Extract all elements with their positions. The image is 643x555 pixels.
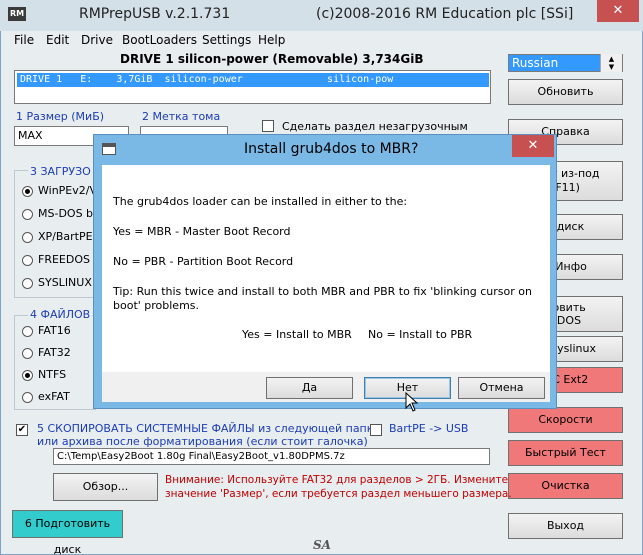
window-copyright: (c)2008-2016 RM Education plc [SSi]	[316, 6, 574, 22]
boot-option-msdos: MS-DOS bo	[38, 207, 100, 220]
dialog-cancel-button[interactable]: Отмена	[458, 377, 545, 399]
speed-test-button[interactable]: Скорости	[508, 407, 623, 433]
menu-settings[interactable]: Settings	[202, 33, 251, 47]
boot-radio-msdos[interactable]	[22, 209, 33, 220]
boot-radio-winpe[interactable]	[22, 186, 33, 197]
copy-files-checkbox[interactable]: ✔	[16, 424, 28, 436]
dialog-close-button[interactable]: ✕	[512, 135, 554, 157]
fs-radio-fat32[interactable]	[22, 348, 33, 359]
drive-header: DRIVE 1 silicon-power (Removable) 3,734G…	[120, 52, 424, 66]
spin-down-icon[interactable]: ▼	[601, 63, 622, 71]
bartpe-label: BartPE -> USB	[389, 422, 469, 435]
boot-option-freedos: FREEDOS	[38, 253, 90, 266]
source-path-input[interactable]: C:\Temp\Easy2Boot 1.80g Final\Easy2Boot_…	[53, 448, 490, 465]
fat32-warning-2: значение 'Размер', если требуется раздел…	[165, 488, 512, 500]
boot-option-xp: XP/BartPE	[38, 230, 93, 243]
dialog-title: Install grub4dos to MBR?	[244, 141, 419, 157]
dialog-line-3: No = PBR - Partition Boot Record	[113, 255, 294, 268]
dialog-line-1: The grub4dos loader can be installed in …	[113, 195, 408, 208]
boot-radio-syslinux[interactable]	[22, 278, 33, 289]
dialog-tip-1: Tip: Run this twice and install to both …	[113, 285, 532, 298]
menu-drive[interactable]: Drive	[81, 33, 113, 47]
fs-radio-fat16[interactable]	[22, 326, 33, 337]
bartpe-checkbox[interactable]	[370, 424, 382, 436]
menu-bootloaders[interactable]: BootLoaders	[122, 33, 197, 47]
fs-option-ntfs: NTFS	[38, 368, 67, 381]
boot-option-syslinux: SYSLINUX	[38, 276, 92, 289]
copy-files-label-1: 5 СКОПИРОВАТЬ СИСТЕМНЫЕ ФАЙЛЫ из следующ…	[37, 422, 381, 435]
boot-option-winpe: WinPEv2/V	[38, 184, 97, 197]
window-title: RMPrepUSB v.2.1.731	[79, 6, 231, 22]
window-close-button[interactable]: ✕	[597, 0, 639, 22]
spin-up-icon[interactable]: ▲	[601, 55, 622, 63]
dialog-summary-no: No = Install to PBR	[368, 328, 473, 341]
refresh-button[interactable]: Обновить	[508, 79, 623, 105]
browse-button[interactable]: Обзор...	[53, 473, 158, 501]
drive-list[interactable]: DRIVE 1 E: 3,7GiB silicon-power silicon-…	[14, 70, 491, 104]
menu-help[interactable]: Help	[258, 33, 285, 47]
nonboot-label: Сделать раздел незагрузочным	[282, 120, 468, 133]
dialog-body: The grub4dos loader can be installed in …	[102, 165, 550, 372]
menu-file[interactable]: File	[14, 33, 34, 47]
volume-label: 2 Метка тома	[142, 110, 221, 123]
copy-files-label-2: или архива после форматирования (если ст…	[37, 435, 368, 448]
fs-option-fat32: FAT32	[38, 346, 71, 359]
fs-radio-exfat[interactable]	[22, 392, 33, 403]
boot-radio-freedos[interactable]	[22, 255, 33, 266]
prepare-drive-button[interactable]: 6 Подготовить диск	[12, 510, 123, 555]
dialog-window-icon	[102, 143, 116, 155]
fat32-warning-1: Внимание: Используйте FAT32 для разделов…	[165, 474, 509, 486]
boot-options-label: 3 ЗАГРУЗО	[28, 165, 93, 178]
quick-test-button[interactable]: Быстрый Тест	[508, 440, 623, 466]
dialog-line-2: Yes = MBR - Master Boot Record	[113, 225, 291, 238]
fs-option-fat16: FAT16	[38, 324, 71, 337]
dialog-yes-button[interactable]: Да	[266, 377, 353, 399]
dialog-tip-2: boot' problems.	[113, 299, 200, 312]
sa-logo: SA	[313, 538, 331, 552]
fs-option-exfat: exFAT	[38, 390, 70, 403]
filesystem-label: 4 ФАЙЛОВ	[28, 308, 93, 321]
drive-row-selected[interactable]: DRIVE 1 E: 3,7GiB silicon-power silicon-…	[17, 73, 489, 87]
boot-radio-xp[interactable]	[22, 232, 33, 243]
clean-button[interactable]: Очистка	[508, 473, 623, 499]
menu-edit[interactable]: Edit	[46, 33, 69, 47]
size-label: 1 Размер (МиБ)	[16, 110, 105, 123]
exit-button[interactable]: Выход	[508, 513, 623, 539]
nonboot-checkbox[interactable]	[262, 120, 274, 132]
dialog-summary-yes: Yes = Install to MBR	[242, 328, 352, 341]
grub4dos-dialog: Install grub4dos to MBR? ✕ The grub4dos …	[93, 134, 557, 409]
fs-radio-ntfs[interactable]	[22, 370, 33, 381]
app-icon: RM	[8, 7, 26, 21]
language-spin[interactable]: ▲ ▼	[600, 54, 622, 72]
mouse-cursor-icon	[405, 392, 419, 412]
